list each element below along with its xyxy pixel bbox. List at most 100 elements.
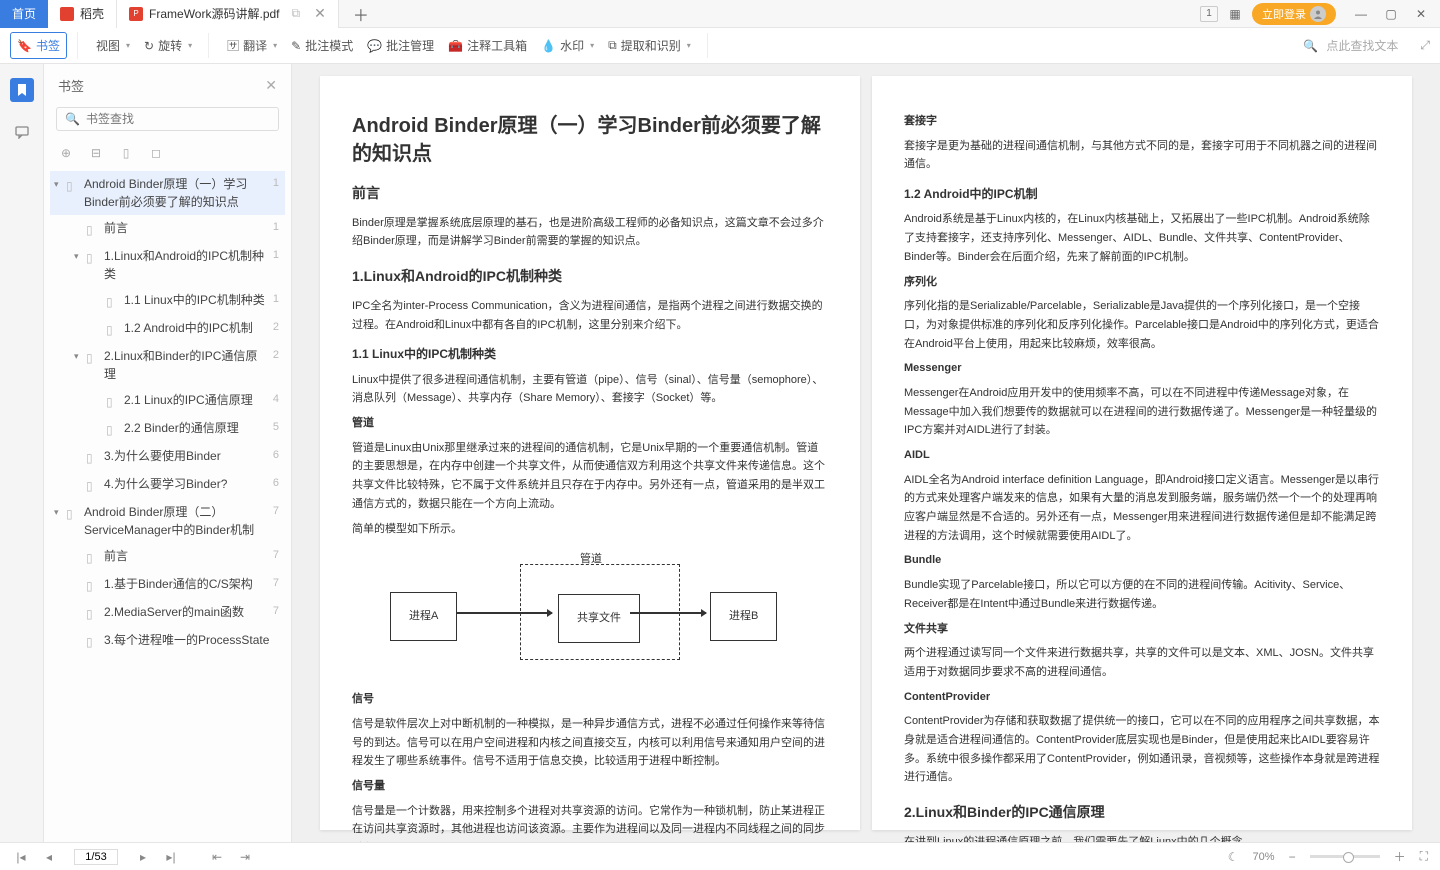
bookmark-item[interactable]: ▯3.每个进程唯一的ProcessState: [50, 627, 285, 655]
tab-external-icon[interactable]: ⧉: [292, 6, 301, 21]
p-file: 两个进程通过读写同一个文件来进行数据共享，共享的文件可以是文本、XML、JOSN…: [904, 644, 1380, 681]
view-tool[interactable]: 视图: [90, 33, 136, 58]
nav-2-button[interactable]: ⇥: [236, 850, 254, 864]
extract-icon: ⧉: [608, 38, 617, 53]
collapse-all-icon[interactable]: ⊟: [88, 145, 104, 161]
bookmark-sidebar: 书签 ✕ 🔍 ⊕ ⊟ ▯ ◻ ▾▯Android Binder原理（一）学习Bi…: [44, 64, 292, 842]
zoom-slider[interactable]: [1310, 855, 1380, 858]
avatar-icon: [1310, 6, 1326, 22]
zoom-in-button[interactable]: ＋: [1394, 848, 1406, 865]
bookmark-text: 2.Linux和Binder的IPC通信原理: [104, 347, 267, 383]
search-icon[interactable]: 🔍: [1303, 39, 1318, 53]
bookmark-page-number: 2: [273, 319, 279, 336]
new-tab-button[interactable]: ＋: [339, 2, 383, 26]
rail-comment-button[interactable]: [10, 120, 34, 144]
bookmark-icon: 🔖: [17, 39, 32, 53]
next-page-button[interactable]: ▸: [134, 850, 152, 864]
window-maximize[interactable]: ▢: [1378, 3, 1404, 25]
p-aidl: AIDL全名为Android interface definition Lang…: [904, 471, 1380, 546]
bookmark-page-icon: ▯: [106, 293, 120, 311]
theme-icon[interactable]: ☾: [1228, 850, 1239, 864]
bookmark-page-icon: ▯: [86, 477, 100, 495]
sidebar-close-icon[interactable]: ✕: [265, 77, 277, 94]
bookmark-item[interactable]: ▾▯Android Binder原理（一）学习Binder前必须要了解的知识点1: [50, 171, 285, 215]
bookmark-item[interactable]: ▾▯2.Linux和Binder的IPC通信原理2: [50, 343, 285, 387]
page-input[interactable]: [74, 849, 118, 865]
bookmark-toggle-icon[interactable]: ▾: [54, 506, 66, 520]
counter-icon[interactable]: 1: [1200, 6, 1218, 22]
bookmark-item[interactable]: ▾▯1.Linux和Android的IPC机制种类1: [50, 243, 285, 287]
annotation-manage-tool[interactable]: 💬 批注管理: [361, 33, 440, 58]
annotation-mode-label: 批注模式: [305, 37, 353, 54]
diag-box-a: 进程A: [390, 592, 457, 641]
bookmark-page-number: 7: [273, 503, 279, 520]
bookmark-search-input[interactable]: [86, 112, 270, 126]
bookmark-toggle-icon[interactable]: ▾: [74, 350, 86, 364]
p-ser: 序列化指的是Serializable/Parcelable，Serializab…: [904, 297, 1380, 353]
bookmark-item[interactable]: ▯1.1 Linux中的IPC机制种类1: [50, 287, 285, 315]
tab-app-label: 稻壳: [80, 5, 104, 22]
bookmark-item[interactable]: ▯2.2 Binder的通信原理5: [50, 415, 285, 443]
watermark-tool[interactable]: 💧 水印: [535, 33, 600, 58]
fit-icon[interactable]: ⛶: [1420, 849, 1428, 864]
add-bookmark-icon[interactable]: ⊕: [58, 145, 74, 161]
extract-tool[interactable]: ⧉ 提取和识别: [602, 33, 697, 58]
first-page-button[interactable]: |◂: [12, 850, 30, 864]
bookmark-flag-icon[interactable]: ▯: [118, 145, 134, 161]
tab-app[interactable]: 稻壳: [48, 0, 117, 28]
bookmark-toggle-icon[interactable]: ▾: [74, 250, 86, 264]
bookmark-item[interactable]: ▯4.为什么要学习Binder?6: [50, 471, 285, 499]
prev-page-button[interactable]: ◂: [40, 850, 58, 864]
zoom-value[interactable]: 70%: [1253, 851, 1275, 863]
zoom-out-button[interactable]: −: [1289, 850, 1296, 864]
bookmark-item[interactable]: ▯3.为什么要使用Binder6: [50, 443, 285, 471]
rail-bookmark-button[interactable]: [10, 78, 34, 102]
bookmark-item[interactable]: ▯2.MediaServer的main函数7: [50, 599, 285, 627]
p-pipe: 管道是Linux由Unix那里继承过来的进程间的通信机制，它是Unix早期的一个…: [352, 439, 828, 514]
tab-close-icon[interactable]: ✕: [314, 5, 326, 22]
bookmark-label: 书签: [36, 37, 60, 54]
statusbar: |◂ ◂ ▸ ▸| ⇤ ⇥ ☾ 70% − ＋ ⛶: [0, 842, 1440, 870]
document-viewport[interactable]: Android Binder原理（一）学习Binder前必须要了解的知识点 前言…: [292, 64, 1440, 842]
tab-document-label: FrameWork源码讲解.pdf: [149, 5, 279, 22]
bookmark-text: 2.1 Linux的IPC通信原理: [124, 391, 267, 409]
login-button[interactable]: 立即登录: [1252, 3, 1336, 25]
bookmark-toggle-icon[interactable]: ▾: [54, 178, 66, 192]
h-sem: 信号量: [352, 777, 828, 796]
bookmark-page-icon: ▯: [86, 605, 100, 623]
bookmark-item[interactable]: ▯前言7: [50, 543, 285, 571]
diag-box-mid: 共享文件: [558, 594, 640, 643]
watermark-icon: 💧: [541, 39, 556, 53]
annotation-mode-tool[interactable]: ✎ 批注模式: [285, 33, 359, 58]
annotation-toolbox-tool[interactable]: 🧰 注释工具箱: [442, 33, 533, 58]
search-hint[interactable]: 点此查找文本: [1326, 37, 1398, 54]
login-label: 立即登录: [1262, 6, 1306, 22]
bookmark-item[interactable]: ▯1.基于Binder通信的C/S架构7: [50, 571, 285, 599]
bookmark-text: 1.1 Linux中的IPC机制种类: [124, 291, 267, 309]
window-minimize[interactable]: —: [1348, 3, 1374, 25]
bookmark-item[interactable]: ▯前言1: [50, 215, 285, 243]
page-actions-icon[interactable]: ⤢: [1420, 38, 1430, 53]
nav-1-button[interactable]: ⇤: [208, 850, 226, 864]
bookmark-text: 3.为什么要使用Binder: [104, 447, 267, 465]
tab-home[interactable]: 首页: [0, 0, 48, 28]
page-2: 套接字 套接字是更为基础的进程间通信机制，与其他方式不同的是，套接字可用于不同机…: [872, 76, 1412, 830]
bookmark-item[interactable]: ▾▯Android Binder原理（二）ServiceManager中的Bin…: [50, 499, 285, 543]
bookmark-tool[interactable]: 🔖 书签: [10, 32, 67, 59]
tab-document[interactable]: P FrameWork源码讲解.pdf ⧉ ✕: [117, 0, 339, 28]
last-page-button[interactable]: ▸|: [162, 850, 180, 864]
h-bundle: Bundle: [904, 551, 1380, 570]
rotate-tool[interactable]: ↻ 旋转: [138, 33, 198, 58]
window-close[interactable]: ✕: [1408, 3, 1434, 25]
bookmark-item[interactable]: ▯1.2 Android中的IPC机制2: [50, 315, 285, 343]
translate-tool[interactable]: 🈂 翻译: [221, 33, 283, 58]
apps-grid-icon[interactable]: ▦: [1222, 3, 1248, 25]
bookmark-page-icon: ▯: [66, 177, 80, 195]
p-cp: ContentProvider为存储和获取数据了提供统一的接口，它可以在不同的应…: [904, 712, 1380, 787]
h-preface: 前言: [352, 182, 828, 206]
bookmark-ribbon-icon[interactable]: ◻: [148, 145, 164, 161]
bookmark-item[interactable]: ▯2.1 Linux的IPC通信原理4: [50, 387, 285, 415]
bookmark-page-number: 7: [273, 547, 279, 564]
search-icon: 🔍: [65, 112, 80, 126]
bookmark-search[interactable]: 🔍: [56, 107, 279, 131]
